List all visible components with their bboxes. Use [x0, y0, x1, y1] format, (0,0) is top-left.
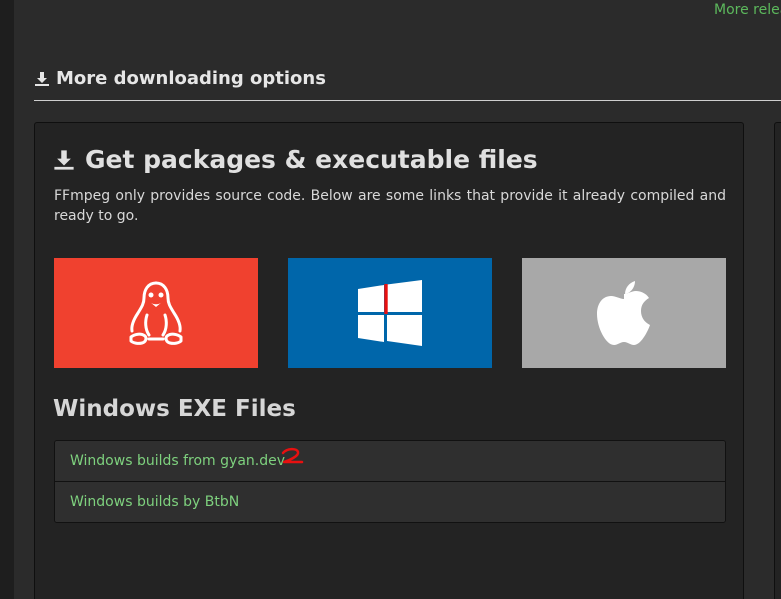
- more-releases-link[interactable]: More relea: [714, 2, 781, 18]
- windows-exe-title: Windows EXE Files: [53, 396, 296, 422]
- panel-title-text: Get packages & executable files: [85, 145, 538, 174]
- windows-packages-tile[interactable]: [288, 258, 492, 368]
- adjacent-panel: [774, 122, 781, 599]
- panel-description: FFmpeg only provides source code. Below …: [54, 188, 726, 224]
- apple-logo-icon: [597, 281, 650, 345]
- section-divider: [34, 100, 781, 101]
- list-item[interactable]: Windows builds from gyan.dev: [55, 441, 725, 481]
- windows-logo-icon: [358, 280, 422, 346]
- download-icon: [35, 71, 49, 86]
- section-header: More downloading options: [34, 68, 326, 89]
- list-item[interactable]: Windows builds by BtbN: [55, 481, 725, 522]
- section-title: More downloading options: [56, 68, 326, 89]
- left-gutter: [0, 0, 14, 599]
- gyan-dev-link[interactable]: Windows builds from gyan.dev: [70, 453, 285, 469]
- btbn-link[interactable]: Windows builds by BtbN: [70, 494, 239, 510]
- windows-builds-list: Windows builds from gyan.dev Windows bui…: [54, 440, 726, 523]
- main-content: More relea More downloading options Get …: [14, 0, 781, 599]
- mac-packages-tile[interactable]: [522, 258, 726, 368]
- linux-tux-icon: [129, 281, 183, 345]
- download-icon: [54, 149, 74, 170]
- linux-packages-tile[interactable]: [54, 258, 258, 368]
- annotation-number-2: [281, 447, 304, 464]
- panel-title: Get packages & executable files: [53, 145, 538, 174]
- packages-panel: Get packages & executable files FFmpeg o…: [34, 122, 744, 599]
